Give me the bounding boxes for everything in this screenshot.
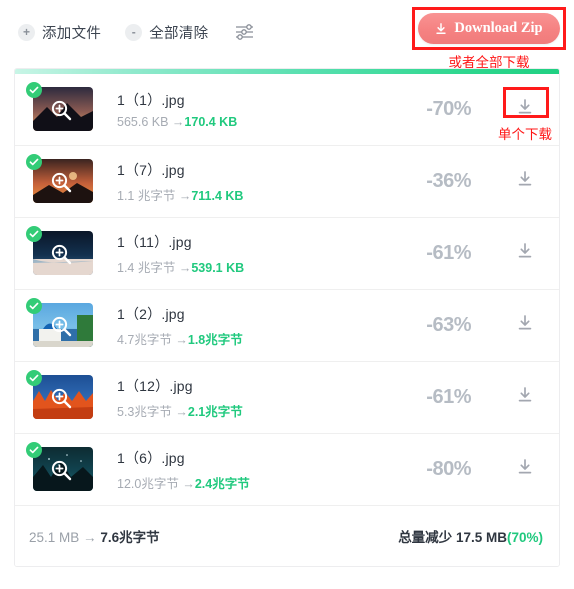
image-compressor-app: + 添加文件 - 全部清除 Download Zip 或者全部下载 1（1）.j…: [0, 0, 574, 589]
size-arrow: →: [178, 260, 192, 275]
total-saved-summary: 总量减少 17.5 MB(70%): [398, 526, 543, 546]
total-size-summary: 25.1 MB → 7.6兆字节: [29, 526, 160, 546]
file-sizes: 1.1 兆字节 →711.4 KB: [117, 185, 426, 204]
file-name: 1（6）.jpg: [117, 449, 185, 466]
download-icon[interactable]: [517, 99, 533, 120]
download-zip-label: Download Zip: [454, 20, 543, 36]
download-icon[interactable]: [517, 171, 533, 192]
check-circle-icon: [26, 225, 42, 242]
thumbnail[interactable]: [26, 225, 93, 277]
size-before: 5.3兆字节: [117, 404, 172, 419]
row-download-cell: [497, 459, 553, 480]
file-meta: 1（6）.jpg 12.0兆字节 →2.4兆字节: [93, 448, 426, 492]
thumbnail[interactable]: [26, 441, 93, 493]
reduction-percent: -61%: [426, 386, 471, 408]
total-after: 7.6兆字节: [100, 530, 160, 545]
file-sizes: 12.0兆字节 →2.4兆字节: [117, 473, 426, 492]
download-zip-button[interactable]: Download Zip: [418, 13, 560, 44]
size-after: 1.8兆字节: [187, 332, 243, 347]
download-icon: [435, 22, 447, 35]
download-icon[interactable]: [517, 387, 533, 408]
size-arrow: →: [171, 115, 185, 129]
size-after: 2.1兆字节: [187, 404, 243, 419]
file-list: 1（1）.jpg 565.6 KB →170.4 KB -70% 单个下载 1（…: [15, 74, 559, 506]
download-icon[interactable]: [517, 315, 533, 336]
total-arrow: →: [83, 530, 97, 545]
size-before: 12.0兆字节: [117, 476, 179, 491]
clear-all-label: 全部清除: [149, 25, 209, 42]
file-sizes: 5.3兆字节 →2.1兆字节: [117, 401, 426, 420]
row-download-cell: [497, 171, 553, 192]
annotation-text-single-download: 单个下载: [498, 127, 552, 142]
table-row[interactable]: 1（12）.jpg 5.3兆字节 →2.1兆字节 -61%: [15, 362, 559, 434]
total-before: 25.1 MB: [29, 530, 80, 545]
reduction-percent: -80%: [426, 458, 471, 480]
reduction-percent: -63%: [426, 314, 471, 336]
sliders-icon[interactable]: [234, 22, 256, 42]
file-name: 1（12）.jpg: [117, 377, 193, 394]
check-circle-icon: [26, 369, 42, 386]
table-row[interactable]: 1（1）.jpg 565.6 KB →170.4 KB -70% 单个下载: [15, 74, 559, 146]
saved-percent: (70%): [506, 530, 543, 545]
file-meta: 1（7）.jpg 1.1 兆字节 →711.4 KB: [93, 160, 426, 204]
size-arrow: →: [175, 404, 188, 419]
file-name: 1（11）.jpg: [117, 233, 192, 250]
clear-all-button[interactable]: - 全部清除: [125, 22, 208, 43]
row-download-cell: [497, 315, 553, 336]
check-circle-icon: [26, 441, 42, 458]
thumbnail[interactable]: [26, 297, 93, 349]
size-before: 1.1 兆字节: [117, 188, 176, 203]
summary-footer: 25.1 MB → 7.6兆字节 总量减少 17.5 MB(70%): [15, 506, 559, 566]
file-name: 1（2）.jpg: [117, 305, 185, 322]
table-row[interactable]: 1（2）.jpg 4.7兆字节 →1.8兆字节 -63%: [15, 290, 559, 362]
file-sizes: 4.7兆字节 →1.8兆字节: [117, 329, 426, 348]
table-row[interactable]: 1（6）.jpg 12.0兆字节 →2.4兆字节 -80%: [15, 434, 559, 506]
file-sizes: 565.6 KB →170.4 KB: [117, 115, 426, 129]
file-meta: 1（2）.jpg 4.7兆字节 →1.8兆字节: [93, 304, 426, 348]
reduction-percent: -70%: [426, 98, 471, 120]
file-meta: 1（12）.jpg 5.3兆字节 →2.1兆字节: [93, 376, 426, 420]
download-icon[interactable]: [517, 243, 533, 264]
file-name: 1（7）.jpg: [117, 161, 185, 178]
size-arrow: →: [178, 188, 192, 203]
download-zip-area: Download Zip 或者全部下载: [412, 7, 566, 70]
file-list-card: 1（1）.jpg 565.6 KB →170.4 KB -70% 单个下载 1（…: [14, 68, 560, 567]
table-row[interactable]: 1（7）.jpg 1.1 兆字节 →711.4 KB -36%: [15, 146, 559, 218]
size-arrow: →: [175, 332, 188, 347]
size-after: 539.1 KB: [191, 260, 245, 275]
file-sizes: 1.4 兆字节 →539.1 KB: [117, 257, 426, 276]
size-before: 1.4 兆字节: [117, 260, 176, 275]
size-arrow: →: [182, 476, 195, 491]
add-files-button[interactable]: + 添加文件: [18, 22, 101, 43]
saved-size: 17.5 MB: [455, 530, 507, 545]
file-name: 1（1）.jpg: [117, 92, 185, 108]
row-download-cell: [497, 387, 553, 408]
check-circle-icon: [26, 153, 42, 170]
size-after: 170.4 KB: [184, 115, 238, 129]
reduction-percent: -36%: [426, 170, 471, 192]
saved-label: 总量减少: [398, 530, 453, 545]
file-meta: 1（11）.jpg 1.4 兆字节 →539.1 KB: [93, 232, 426, 276]
check-circle-icon: [26, 81, 42, 98]
table-row[interactable]: 1（11）.jpg 1.4 兆字节 →539.1 KB -61%: [15, 218, 559, 290]
row-download-cell: [497, 243, 553, 264]
thumbnail[interactable]: [26, 81, 93, 133]
reduction-percent: -61%: [426, 242, 471, 264]
file-meta: 1（1）.jpg 565.6 KB →170.4 KB: [93, 90, 426, 129]
minus-icon: -: [125, 23, 143, 41]
size-before: 4.7兆字节: [117, 332, 172, 347]
row-download-cell: 单个下载: [497, 87, 553, 142]
size-before: 565.6 KB: [117, 115, 169, 129]
add-files-label: 添加文件: [42, 25, 102, 42]
download-icon[interactable]: [517, 459, 533, 480]
thumbnail[interactable]: [26, 369, 93, 421]
size-after: 2.4兆字节: [194, 476, 250, 491]
check-circle-icon: [26, 297, 42, 314]
plus-icon: +: [18, 23, 35, 41]
size-after: 711.4 KB: [191, 188, 244, 203]
thumbnail[interactable]: [26, 153, 93, 205]
